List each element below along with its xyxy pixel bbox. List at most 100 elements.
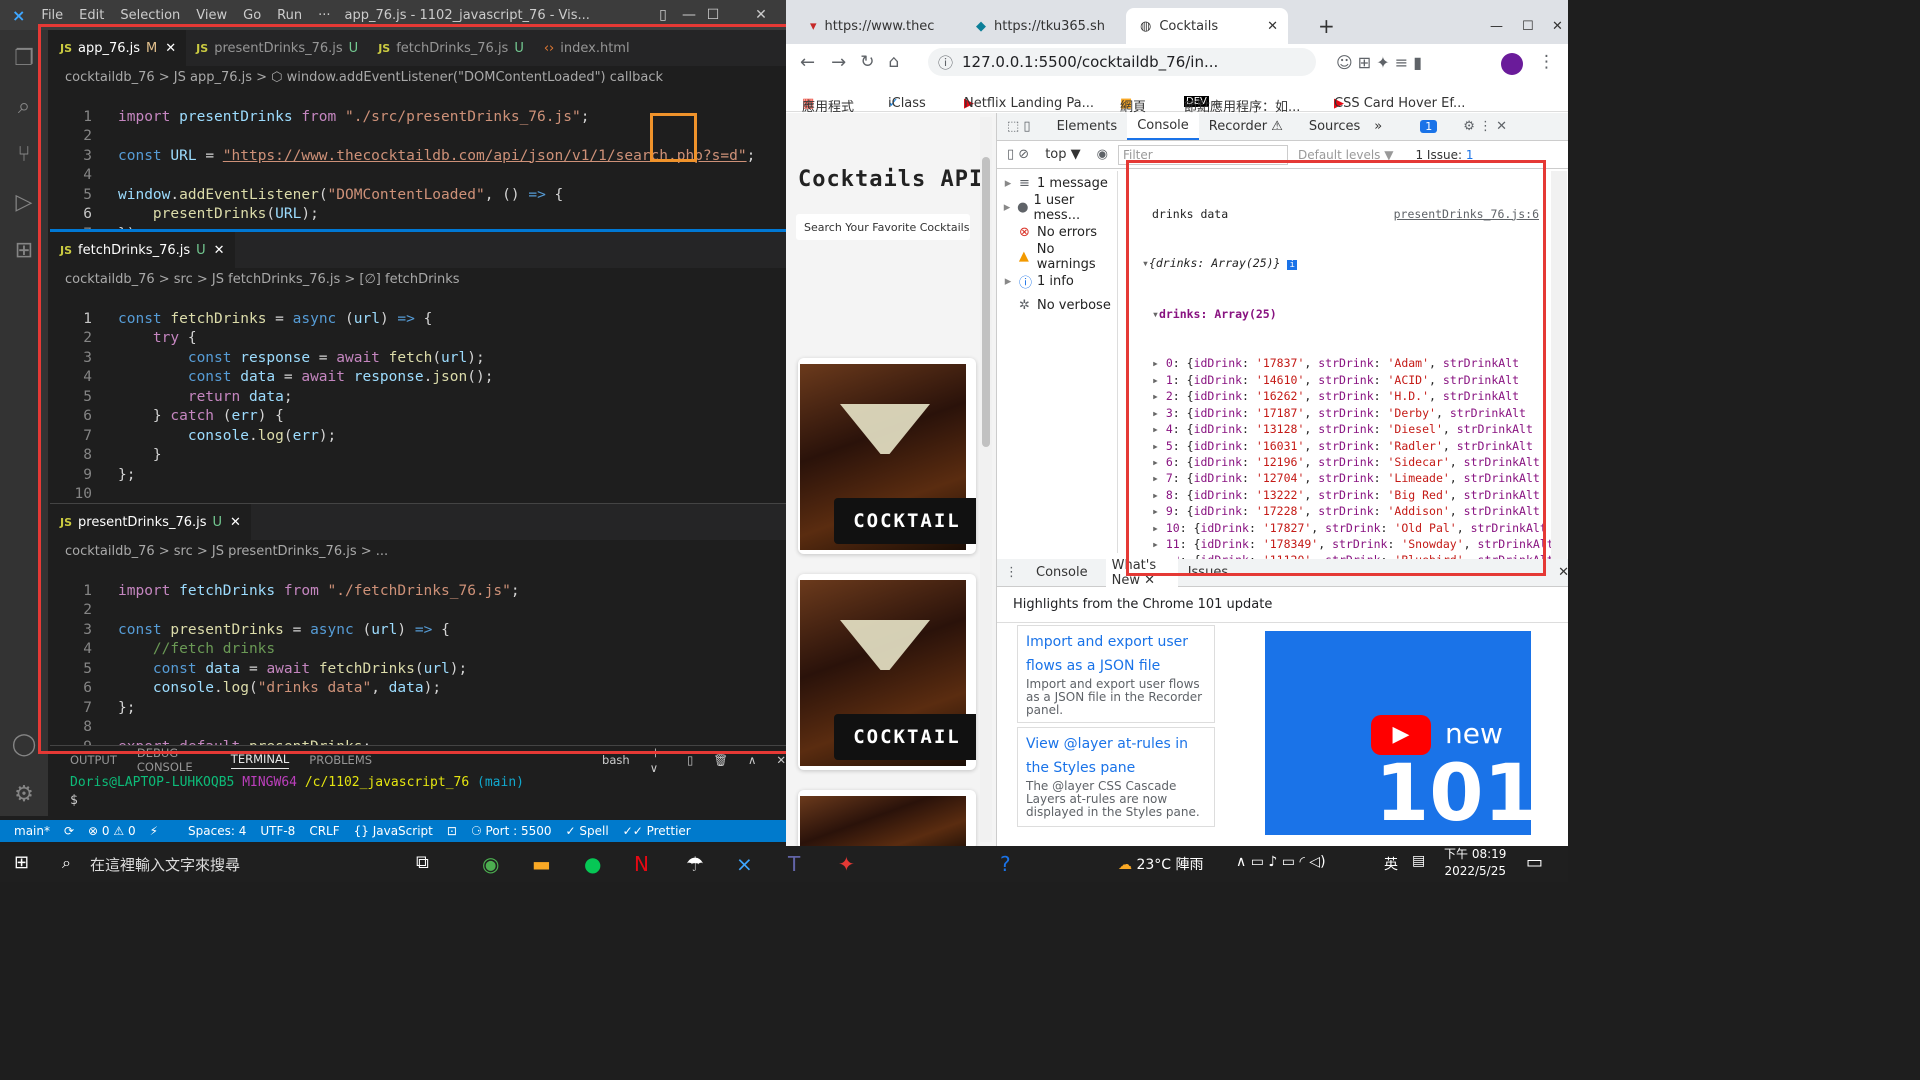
source-control-icon[interactable]: ⑂ xyxy=(0,130,48,178)
menu-more[interactable]: ··· xyxy=(310,8,338,23)
drink-entry[interactable]: ▸ 7: {idDrink: '12704', strDrink: 'Limea… xyxy=(1152,470,1568,486)
issues-badge[interactable]: 1 xyxy=(1420,120,1438,133)
account-icon[interactable]: ◯ xyxy=(0,720,48,768)
drinks-array[interactable]: ▸ 0: {idDrink: '17837', strDrink: 'Adam'… xyxy=(1152,355,1568,559)
drink-entry[interactable]: ▸ 0: {idDrink: '17837', strDrink: 'Adam'… xyxy=(1152,355,1568,371)
sidebar-info[interactable]: ▸ ⓘ 1 info xyxy=(997,269,1117,294)
file-explorer-icon[interactable]: ▬ xyxy=(532,852,551,876)
breadcrumb[interactable]: cocktaildb_76 > src > JS presentDrinks_7… xyxy=(50,540,786,562)
drink-entry[interactable]: ▸ 12: {idDrink: '11120', strDrink: 'Blue… xyxy=(1152,552,1568,559)
levels-select[interactable]: Default levels ▼ xyxy=(1298,148,1394,162)
inspect-icon[interactable]: ⬚ ▯ xyxy=(1007,119,1031,134)
prettier[interactable]: ✓✓ Prettier xyxy=(623,824,691,838)
sidebar-toggle-icon[interactable]: ▯ ⊘ xyxy=(1007,147,1029,162)
cocktail-card[interactable] xyxy=(798,790,976,846)
breadcrumb[interactable]: cocktaildb_76 > src > JS fetchDrinks_76.… xyxy=(50,268,786,290)
notification-icon[interactable]: ▭ xyxy=(1526,852,1543,873)
indent-setting[interactable]: Spaces: 4 xyxy=(188,824,246,838)
problems-count[interactable]: ⊗ 0 ⚠ 0 xyxy=(88,824,136,838)
maximize-icon[interactable]: ☐ xyxy=(1508,8,1534,44)
language-mode[interactable]: {} JavaScript xyxy=(354,824,433,838)
close-icon[interactable]: ✕ xyxy=(738,0,784,30)
reload-icon[interactable]: ↻ xyxy=(860,52,874,72)
tab-recorder[interactable]: Recorder ⚠ xyxy=(1209,119,1283,134)
drink-entry[interactable]: ▸ 1: {idDrink: '14610', strDrink: 'ACID'… xyxy=(1152,372,1568,388)
tab-fetch-drinks[interactable]: JS fetchDrinks_76.js U xyxy=(368,30,534,66)
browser-tab[interactable]: ▾ https://www.thec xyxy=(796,8,956,44)
log-source-link[interactable]: presentDrinks_76.js:6 xyxy=(1394,206,1539,222)
tab-close-icon[interactable]: ✕ xyxy=(165,41,176,56)
taskbar-search-input[interactable]: 在這裡輸入文字來搜尋 xyxy=(90,854,240,875)
sidebar-warnings[interactable]: ▲ No warnings xyxy=(997,242,1117,272)
close-drawer-icon[interactable]: ✕ xyxy=(1558,565,1568,580)
cocktail-card[interactable]: COCKTAIL xyxy=(798,358,976,554)
weather-widget[interactable]: ☁ 23°C 陣雨 xyxy=(1118,854,1204,874)
task-view-icon[interactable]: ⧉ xyxy=(416,852,429,873)
run-debug-icon[interactable]: ▷ xyxy=(0,178,48,226)
spell-check[interactable]: ✓ Spell xyxy=(566,824,609,838)
browser-tab[interactable]: ◆ https://tku365.sh xyxy=(962,8,1122,44)
new-tab-icon[interactable]: + xyxy=(1304,8,1335,44)
console-output[interactable]: drinks data presentDrinks_76.js:6 ▾{drink… xyxy=(1117,171,1568,559)
drink-entry[interactable]: ▸ 6: {idDrink: '12196', strDrink: 'Sidec… xyxy=(1152,454,1568,470)
menu-edit[interactable]: Edit xyxy=(71,8,112,23)
help-icon[interactable]: ? xyxy=(1000,852,1011,876)
drink-entry[interactable]: ▸ 4: {idDrink: '13128', strDrink: 'Diese… xyxy=(1152,421,1568,437)
tab-elements[interactable]: Elements xyxy=(1057,119,1118,134)
explorer-icon[interactable]: ❐ xyxy=(0,34,48,82)
browser-tab-active[interactable]: ◍ Cocktails ✕ xyxy=(1126,8,1288,44)
netflix-app-icon[interactable]: N xyxy=(634,852,649,876)
terminal-output[interactable]: Doris@LAPTOP-LUHKOQB5 MINGW64 /c/1102_ja… xyxy=(50,774,786,810)
drawer-menu-icon[interactable]: ⋮ xyxy=(1005,565,1018,580)
trash-icon[interactable]: 🗑 xyxy=(713,753,728,767)
tray-icons[interactable]: ∧ ▭ ♪ ▭ ◜ ◁) xyxy=(1236,854,1326,870)
extension-icons[interactable]: ☺ ⊞ ✦ ≡ ▮ xyxy=(1336,53,1422,72)
drawer-tab-issues[interactable]: Issues xyxy=(1188,565,1228,580)
encoding[interactable]: UTF-8 xyxy=(260,824,295,838)
url-input[interactable]: ⓘ 127.0.0.1:5500/cocktaildb_76/in... xyxy=(928,48,1316,76)
tab-problems[interactable]: PROBLEMS xyxy=(309,753,372,767)
close-tab-icon[interactable]: ✕ xyxy=(1267,19,1278,34)
drink-entry[interactable]: ▸ 5: {idDrink: '16031', strDrink: 'Radle… xyxy=(1152,438,1568,454)
menu-selection[interactable]: Selection xyxy=(112,8,188,23)
tab-index-html[interactable]: ‹› index.html xyxy=(534,30,640,66)
tab-present-drinks[interactable]: JS presentDrinks_76.js U xyxy=(186,30,368,66)
extensions-icon[interactable]: ⊞ xyxy=(0,226,48,274)
drawer-tab-console[interactable]: Console xyxy=(1036,565,1088,580)
drink-entry[interactable]: ▸ 10: {idDrink: '17827', strDrink: 'Old … xyxy=(1152,520,1568,536)
page-scrollbar[interactable] xyxy=(980,117,992,842)
breadcrumb[interactable]: cocktaildb_76 > JS app_76.js > ⬡ window.… xyxy=(50,66,786,88)
tab-close-icon[interactable]: ✕ xyxy=(214,243,225,258)
context-select[interactable]: top ▼ xyxy=(1045,147,1080,162)
code-editor[interactable]: 1 const fetchDrinks = async (url) => {2 t… xyxy=(50,290,786,503)
info-icon[interactable]: ⓘ xyxy=(938,52,953,73)
drink-entry[interactable]: ▸ 8: {idDrink: '13222', strDrink: 'Big R… xyxy=(1152,487,1568,503)
menu-icon[interactable]: ⋮ xyxy=(1538,52,1555,72)
issue-indicator[interactable]: 1 Issue: 1 xyxy=(1415,148,1473,162)
menu-view[interactable]: View xyxy=(188,8,235,23)
tab-debug-console[interactable]: DEBUG CONSOLE xyxy=(137,746,211,774)
menu-run[interactable]: Run xyxy=(269,8,310,23)
more-tabs-icon[interactable]: » xyxy=(1374,119,1382,134)
video-thumbnail[interactable]: ▶ new 101 xyxy=(1265,631,1531,835)
split-terminal-icon[interactable]: ▯ xyxy=(687,753,693,767)
app-icon[interactable]: ☂ xyxy=(686,852,704,876)
taskbar-search-icon[interactable]: ⌕ xyxy=(62,853,71,873)
line-app-icon[interactable]: ● xyxy=(584,852,601,876)
console-scrollbar[interactable] xyxy=(1551,171,1567,559)
drink-entry[interactable]: ▸ 11: {idDrink: '178349', strDrink: 'Sno… xyxy=(1152,536,1568,552)
sidebar-verbose[interactable]: ✲ No verbose xyxy=(997,294,1117,319)
tab-output[interactable]: OUTPUT xyxy=(70,753,117,767)
terminal-shell-label[interactable]: bash xyxy=(602,753,630,767)
code-editor[interactable]: 1 import fetchDrinks from "./fetchDrinks_… xyxy=(50,562,786,746)
start-icon[interactable]: ⊞ xyxy=(14,852,29,873)
tab-sources[interactable]: Sources xyxy=(1309,119,1360,134)
maximize-panel-icon[interactable]: ∧ xyxy=(748,753,756,767)
drink-entry[interactable]: ▸ 2: {idDrink: '16262', strDrink: 'H.D.'… xyxy=(1152,388,1568,404)
home-icon[interactable]: ⌂ xyxy=(888,52,899,72)
ime-indicator[interactable]: 英 xyxy=(1384,854,1398,874)
search-icon[interactable]: ⌕ xyxy=(0,82,48,130)
chrome-app-icon[interactable]: ◉ xyxy=(482,852,499,876)
avatar[interactable] xyxy=(1501,53,1523,75)
tab-fetch-drinks[interactable]: JS fetchDrinks_76.js U ✕ xyxy=(50,232,235,268)
